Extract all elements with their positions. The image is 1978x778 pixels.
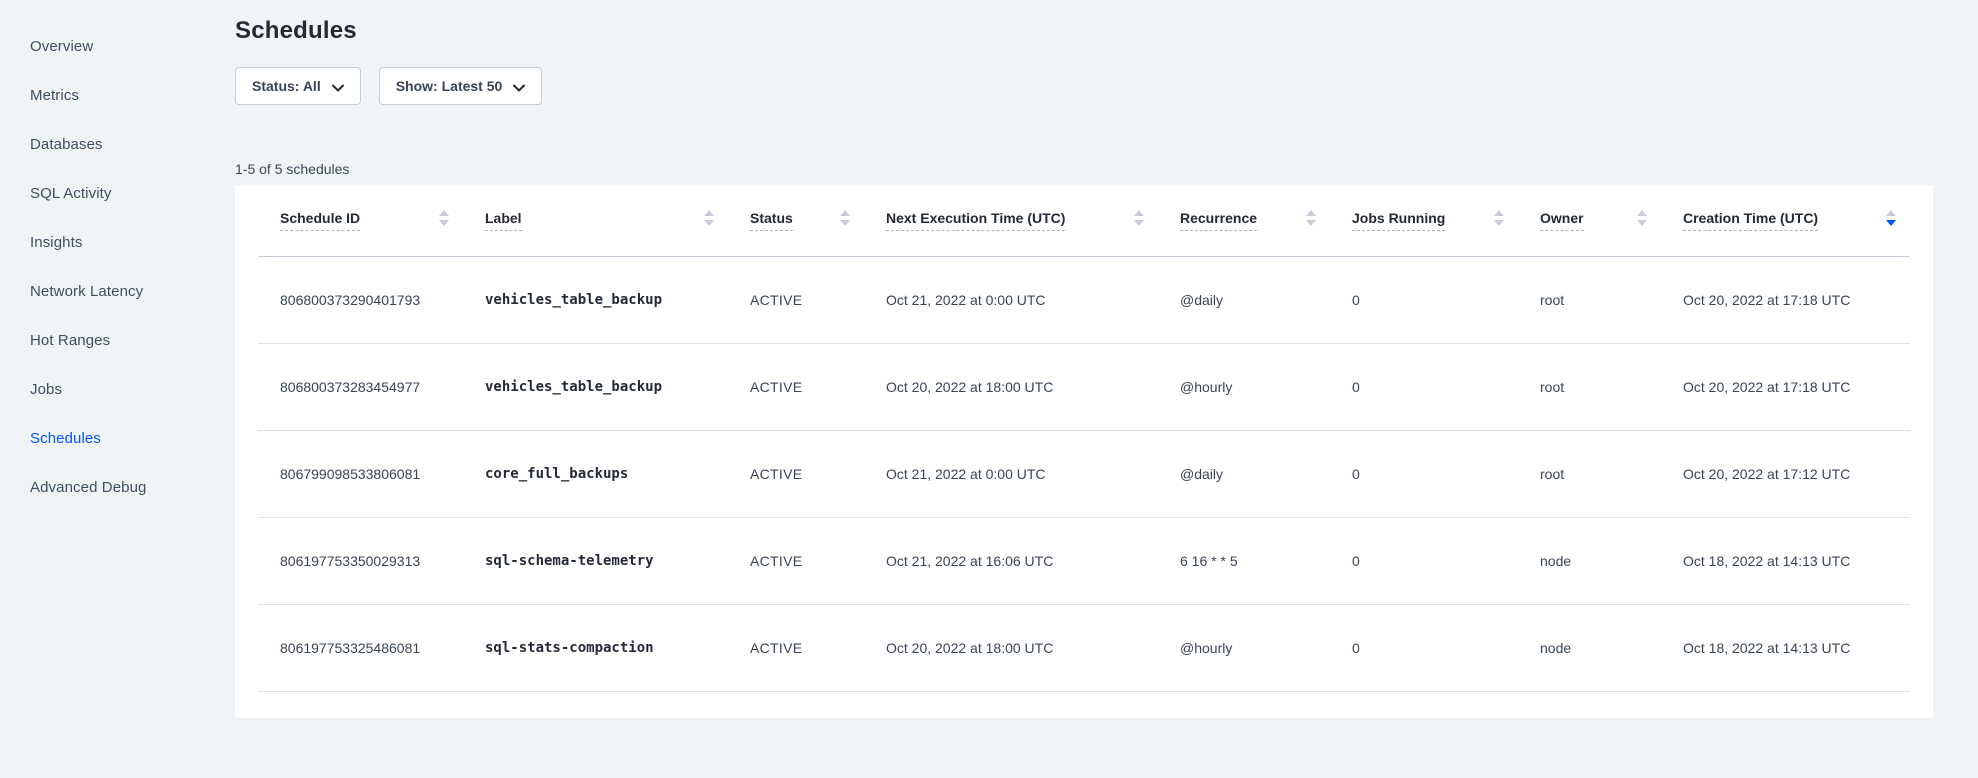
sidebar-item[interactable]: Network Latency <box>30 267 235 316</box>
show-filter-dropdown[interactable]: Show: Latest 50 <box>379 67 543 105</box>
sort-carets-icon[interactable] <box>704 210 714 231</box>
column-header[interactable]: Status <box>728 185 864 256</box>
column-header-label: Recurrence <box>1180 210 1257 231</box>
sidebar-item[interactable]: SQL Activity <box>30 169 235 218</box>
cell-owner: root <box>1518 430 1661 517</box>
cell-owner: root <box>1518 343 1661 430</box>
sort-carets-icon[interactable] <box>1886 210 1896 231</box>
cell-recurrence: @hourly <box>1158 604 1330 691</box>
results-count: 1-5 of 5 schedules <box>235 161 1933 177</box>
sidebar-item[interactable]: Hot Ranges <box>30 316 235 365</box>
app-root: Overview Metrics Databases SQL Activity … <box>0 0 1978 778</box>
show-filter-label: Show: Latest 50 <box>396 78 503 94</box>
table-row: 806799098533806081 core_full_backups ACT… <box>258 430 1910 517</box>
column-header[interactable]: Creation Time (UTC) <box>1661 185 1910 256</box>
chevron-down-icon <box>332 79 344 95</box>
column-header-label: Owner <box>1540 210 1584 231</box>
table-body: 806800373290401793 vehicles_table_backup… <box>258 256 1910 691</box>
chevron-down-icon <box>513 79 525 95</box>
filter-bar: Status: All Show: Latest 50 <box>235 67 1933 105</box>
page-title: Schedules <box>235 16 1933 46</box>
sidebar-nav: Overview Metrics Databases SQL Activity … <box>0 0 235 778</box>
column-header-label: Label <box>485 210 522 231</box>
column-header[interactable]: Owner <box>1518 185 1661 256</box>
status-filter-dropdown[interactable]: Status: All <box>235 67 361 105</box>
cell-creation-time: Oct 20, 2022 at 17:12 UTC <box>1661 430 1910 517</box>
cell-schedule-id: 806197753350029313 <box>258 517 463 604</box>
cell-jobs-running: 0 <box>1330 430 1518 517</box>
sidebar-item[interactable]: Metrics <box>30 71 235 120</box>
cell-creation-time: Oct 18, 2022 at 14:13 UTC <box>1661 517 1910 604</box>
column-header[interactable]: Label <box>463 185 728 256</box>
cell-jobs-running: 0 <box>1330 604 1518 691</box>
cell-creation-time: Oct 20, 2022 at 17:18 UTC <box>1661 343 1910 430</box>
column-header[interactable]: Jobs Running <box>1330 185 1518 256</box>
sidebar-item[interactable]: Insights <box>30 218 235 267</box>
cell-label: sql-stats-compaction <box>463 604 728 691</box>
table-row: 806197753350029313 sql-schema-telemetry … <box>258 517 1910 604</box>
cell-status: ACTIVE <box>728 604 864 691</box>
sidebar-item[interactable]: Advanced Debug <box>30 463 235 512</box>
sidebar-item[interactable]: Overview <box>30 22 235 71</box>
sort-carets-icon[interactable] <box>1637 210 1647 231</box>
main-content: Schedules Status: All Show: Latest 50 1-… <box>235 0 1978 778</box>
cell-label: core_full_backups <box>463 430 728 517</box>
table-row: 806800373283454977 vehicles_table_backup… <box>258 343 1910 430</box>
column-header-label: Status <box>750 210 793 231</box>
sort-carets-icon[interactable] <box>1306 210 1316 231</box>
cell-label: vehicles_table_backup <box>463 256 728 343</box>
cell-next-execution-time: Oct 20, 2022 at 18:00 UTC <box>864 343 1158 430</box>
column-header[interactable]: Recurrence <box>1158 185 1330 256</box>
cell-label: vehicles_table_backup <box>463 343 728 430</box>
cell-next-execution-time: Oct 21, 2022 at 0:00 UTC <box>864 256 1158 343</box>
cell-jobs-running: 0 <box>1330 343 1518 430</box>
column-header-label: Jobs Running <box>1352 210 1445 231</box>
column-header-label: Next Execution Time (UTC) <box>886 210 1065 231</box>
table-row: 806197753325486081 sql-stats-compaction … <box>258 604 1910 691</box>
cell-label: sql-schema-telemetry <box>463 517 728 604</box>
cell-next-execution-time: Oct 20, 2022 at 18:00 UTC <box>864 604 1158 691</box>
cell-recurrence: @daily <box>1158 256 1330 343</box>
sidebar-item[interactable]: Jobs <box>30 365 235 414</box>
schedules-table-card: Schedule ID <box>235 185 1933 718</box>
cell-jobs-running: 0 <box>1330 256 1518 343</box>
cell-recurrence: @hourly <box>1158 343 1330 430</box>
cell-status: ACTIVE <box>728 343 864 430</box>
column-header-label: Schedule ID <box>280 210 360 231</box>
cell-schedule-id: 806799098533806081 <box>258 430 463 517</box>
cell-schedule-id: 806197753325486081 <box>258 604 463 691</box>
table-header-row: Schedule ID <box>258 185 1910 256</box>
column-header-label: Creation Time (UTC) <box>1683 210 1818 231</box>
cell-recurrence: 6 16 * * 5 <box>1158 517 1330 604</box>
sidebar-item[interactable]: Schedules <box>30 414 235 463</box>
table-row: 806800373290401793 vehicles_table_backup… <box>258 256 1910 343</box>
sidebar-item[interactable]: Databases <box>30 120 235 169</box>
column-header[interactable]: Next Execution Time (UTC) <box>864 185 1158 256</box>
column-header[interactable]: Schedule ID <box>258 185 463 256</box>
sort-carets-icon[interactable] <box>439 210 449 231</box>
cell-status: ACTIVE <box>728 256 864 343</box>
cell-next-execution-time: Oct 21, 2022 at 16:06 UTC <box>864 517 1158 604</box>
sort-carets-icon[interactable] <box>840 210 850 231</box>
cell-recurrence: @daily <box>1158 430 1330 517</box>
schedules-table: Schedule ID <box>258 185 1910 692</box>
cell-owner: root <box>1518 256 1661 343</box>
cell-creation-time: Oct 20, 2022 at 17:18 UTC <box>1661 256 1910 343</box>
cell-creation-time: Oct 18, 2022 at 14:13 UTC <box>1661 604 1910 691</box>
cell-schedule-id: 806800373283454977 <box>258 343 463 430</box>
cell-status: ACTIVE <box>728 430 864 517</box>
cell-jobs-running: 0 <box>1330 517 1518 604</box>
cell-status: ACTIVE <box>728 517 864 604</box>
cell-next-execution-time: Oct 21, 2022 at 0:00 UTC <box>864 430 1158 517</box>
sort-carets-icon[interactable] <box>1494 210 1504 231</box>
cell-owner: node <box>1518 604 1661 691</box>
sort-carets-icon[interactable] <box>1134 210 1144 231</box>
status-filter-label: Status: All <box>252 78 321 94</box>
cell-schedule-id: 806800373290401793 <box>258 256 463 343</box>
cell-owner: node <box>1518 517 1661 604</box>
